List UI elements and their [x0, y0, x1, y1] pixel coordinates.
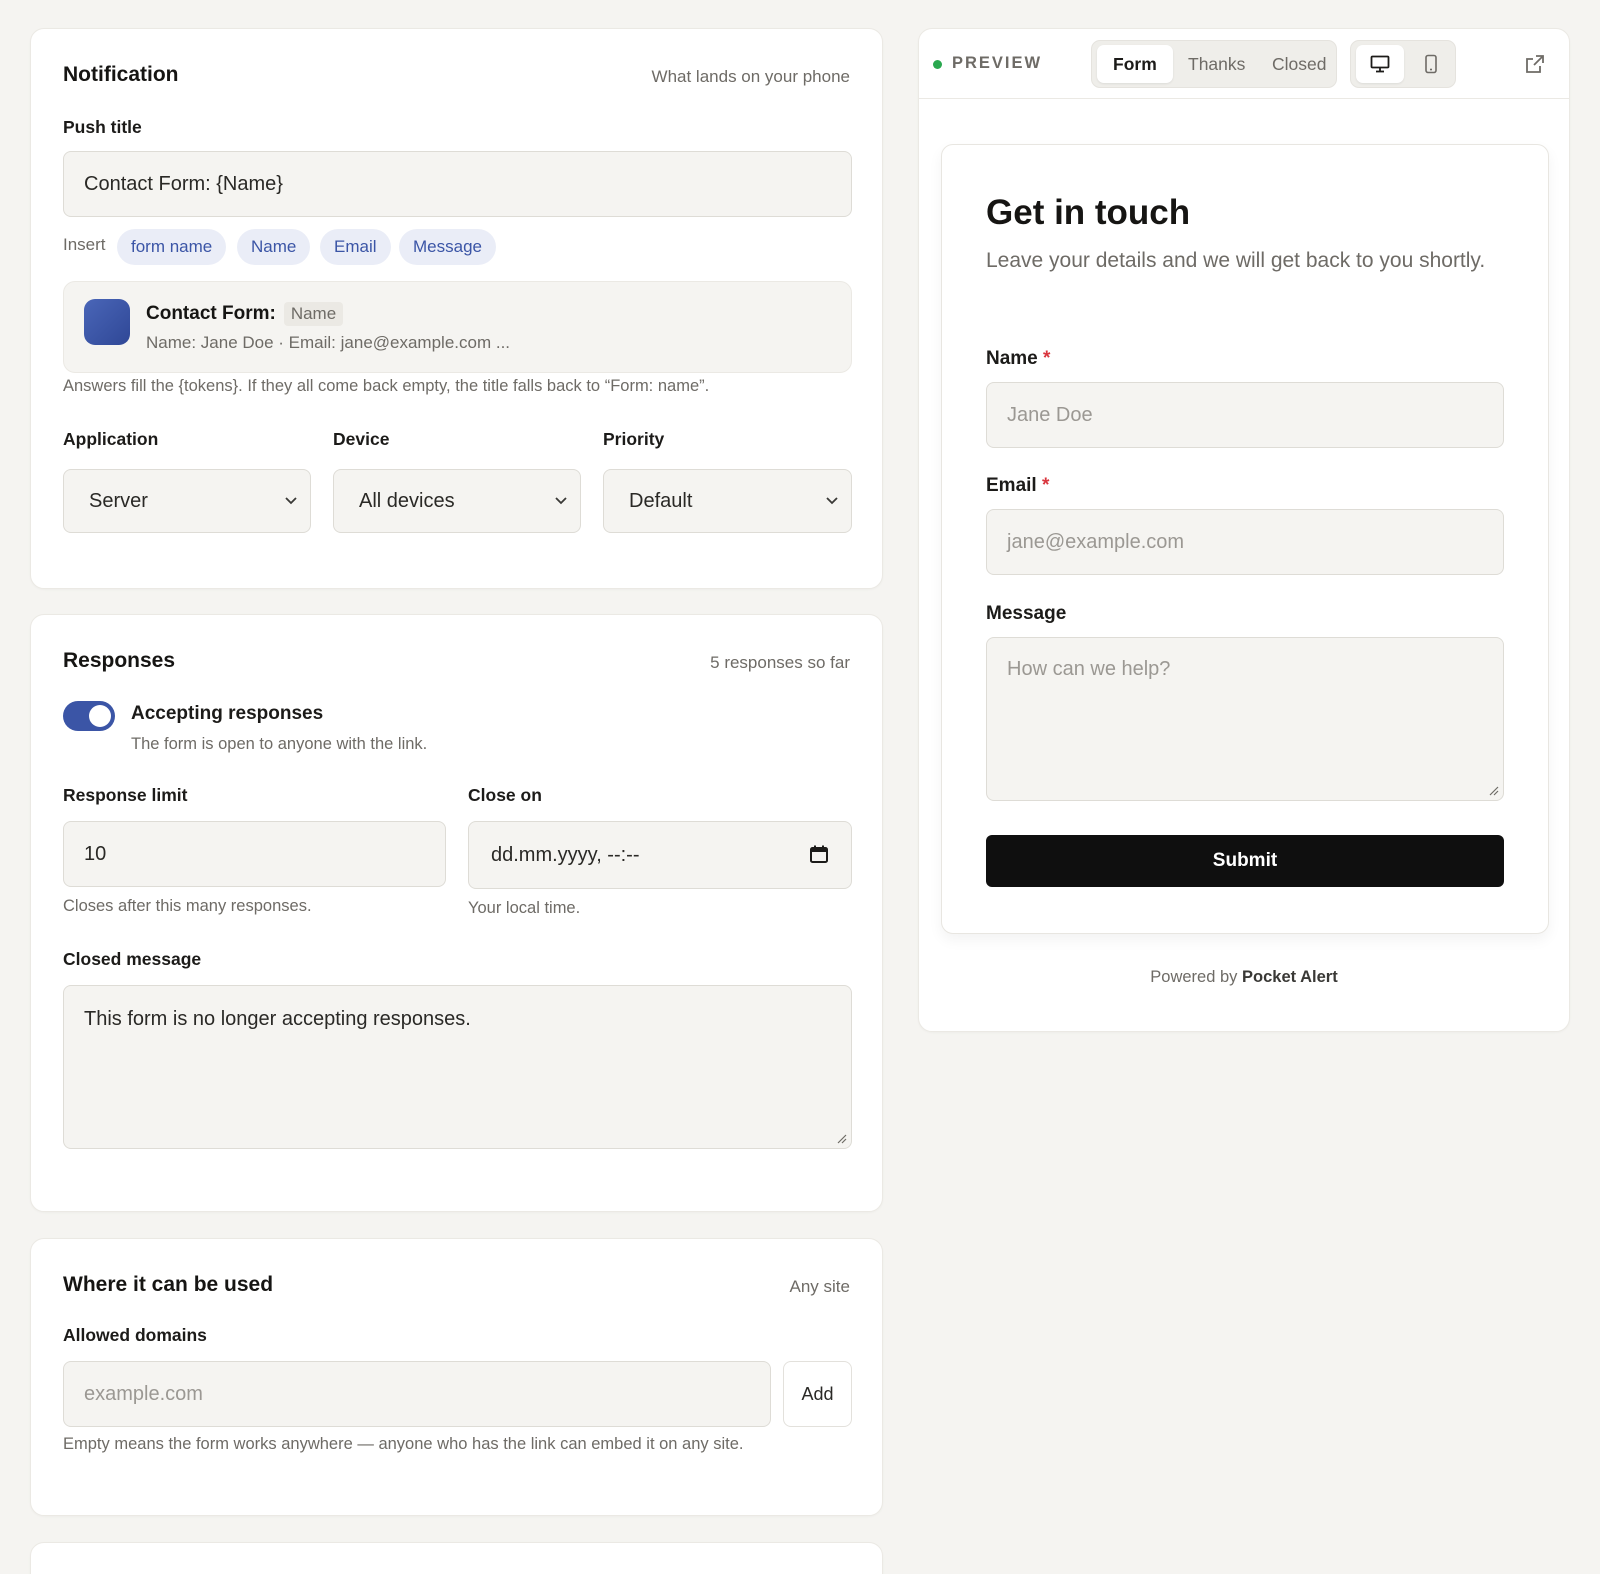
preview-status-label: PREVIEW [952, 54, 1043, 72]
add-domain-button[interactable]: Add [783, 1361, 852, 1427]
message-placeholder: How can we help? [1007, 658, 1171, 680]
form-preview-card: Get in touch Leave your details and we w… [941, 144, 1549, 934]
preview-panel: PREVIEW Form Thanks Closed Get in touch … [918, 28, 1570, 1032]
next-card [30, 1542, 883, 1574]
push-preview-token: Name [283, 302, 344, 326]
resize-grip-icon[interactable] [1487, 784, 1499, 796]
responses-card: Responses 5 responses so far Accepting r… [30, 614, 883, 1212]
email-label: Email [986, 475, 1037, 496]
resize-grip-icon[interactable] [835, 1132, 847, 1144]
push-title-label: Push title [63, 117, 142, 137]
status-dot [933, 60, 942, 69]
chevron-down-icon [285, 497, 297, 505]
responses-title: Responses [63, 649, 176, 672]
mobile-icon [1425, 54, 1437, 74]
push-title-value: Contact Form: {Name} [84, 172, 283, 195]
priority-select[interactable]: Default [603, 469, 852, 533]
application-label: Application [63, 429, 159, 449]
push-preview-title: Contact Form: Name [146, 302, 344, 326]
notification-title: Notification [63, 63, 179, 86]
preview-header: PREVIEW Form Thanks Closed [919, 29, 1569, 99]
name-placeholder: Jane Doe [1007, 403, 1093, 426]
desktop-button[interactable] [1356, 45, 1404, 83]
notification-card: Notification What lands on your phone Pu… [30, 28, 883, 589]
accepting-help: The form is open to anyone with the link… [131, 735, 428, 753]
tab-thanks[interactable]: Thanks [1172, 45, 1261, 83]
device-toggle [1350, 40, 1456, 88]
push-preview-body: Name: Jane Doe · Email: jane@example.com… [146, 333, 511, 352]
app-icon [84, 299, 130, 345]
message-textarea[interactable]: How can we help? [986, 637, 1504, 801]
tab-closed[interactable]: Closed [1256, 45, 1342, 83]
insert-label: Insert [63, 235, 106, 254]
name-label: Name [986, 348, 1038, 369]
response-limit-label: Response limit [63, 785, 188, 805]
domains-card: Where it can be used Any site Allowed do… [30, 1238, 883, 1516]
chevron-down-icon [826, 497, 838, 505]
push-preview-title-text: Contact Form: [146, 303, 276, 324]
name-required-mark: * [1043, 348, 1051, 369]
insert-chip-message[interactable]: Message [399, 229, 496, 265]
form-heading: Get in touch [986, 193, 1191, 232]
message-label: Message [986, 603, 1067, 624]
preview-tabs: Form Thanks Closed [1091, 40, 1337, 88]
response-limit-help: Closes after this many responses. [63, 897, 312, 915]
closed-message-value: This form is no longer accepting respons… [84, 1008, 471, 1030]
add-domain-label: Add [801, 1383, 834, 1404]
submit-button[interactable]: Submit [986, 835, 1504, 887]
device-label: Device [333, 429, 390, 449]
response-limit-value: 10 [84, 842, 107, 865]
domains-hint: Any site [789, 1277, 850, 1296]
email-placeholder: jane@example.com [1007, 530, 1185, 553]
name-label-row: Name * [986, 348, 1050, 370]
insert-chip-form-name[interactable]: form name [117, 229, 227, 265]
email-input[interactable]: jane@example.com [986, 509, 1504, 575]
name-input[interactable]: Jane Doe [986, 382, 1504, 448]
email-label-row: Email * [986, 475, 1049, 497]
push-preview: Contact Form: Name Name: Jane Doe · Emai… [63, 281, 852, 373]
submit-label: Submit [1212, 850, 1278, 871]
tab-form[interactable]: Form [1097, 45, 1173, 83]
domain-input[interactable]: example.com [63, 1361, 771, 1427]
device-select[interactable]: All devices [333, 469, 581, 533]
email-required-mark: * [1041, 475, 1050, 496]
calendar-icon[interactable] [809, 844, 829, 864]
close-on-help: Your local time. [468, 899, 581, 917]
application-value: Server [89, 489, 148, 512]
response-limit-input[interactable]: 10 [63, 821, 446, 887]
closed-message-label: Closed message [63, 949, 202, 969]
powered-by-prefix: Powered by [1150, 968, 1238, 986]
mobile-button[interactable] [1407, 45, 1455, 83]
toggle-knob [89, 705, 111, 727]
insert-chip-name[interactable]: Name [237, 229, 311, 265]
notification-hint: What lands on your phone [651, 67, 850, 86]
device-value: All devices [359, 489, 455, 512]
priority-label: Priority [603, 429, 665, 449]
desktop-icon [1370, 55, 1390, 73]
allowed-domains-label: Allowed domains [63, 1325, 207, 1345]
priority-value: Default [629, 489, 693, 512]
close-on-label: Close on [468, 785, 542, 805]
application-select[interactable]: Server [63, 469, 311, 533]
external-link-icon[interactable] [1525, 54, 1545, 74]
close-on-input[interactable]: dd.mm.yyyy, --:-- [468, 821, 852, 889]
tokens-help: Answers fill the {tokens}. If they all c… [63, 377, 710, 395]
closed-message-textarea[interactable]: This form is no longer accepting respons… [63, 985, 852, 1149]
domains-title: Where it can be used [63, 1273, 274, 1296]
insert-chip-email[interactable]: Email [320, 229, 391, 265]
chevron-down-icon [555, 497, 567, 505]
responses-hint: 5 responses so far [710, 653, 850, 672]
powered-by: Powered by Pocket Alert [919, 968, 1569, 987]
close-on-value: dd.mm.yyyy, --:-- [491, 843, 640, 866]
domains-help: Empty means the form works anywhere — an… [63, 1435, 744, 1453]
push-title-input[interactable]: Contact Form: {Name} [63, 151, 852, 217]
powered-by-brand[interactable]: Pocket Alert [1242, 968, 1338, 986]
domain-input-placeholder: example.com [84, 1382, 203, 1405]
accepting-toggle[interactable] [63, 701, 115, 731]
accepting-label: Accepting responses [131, 703, 324, 724]
form-subheading: Leave your details and we will get back … [986, 249, 1486, 272]
